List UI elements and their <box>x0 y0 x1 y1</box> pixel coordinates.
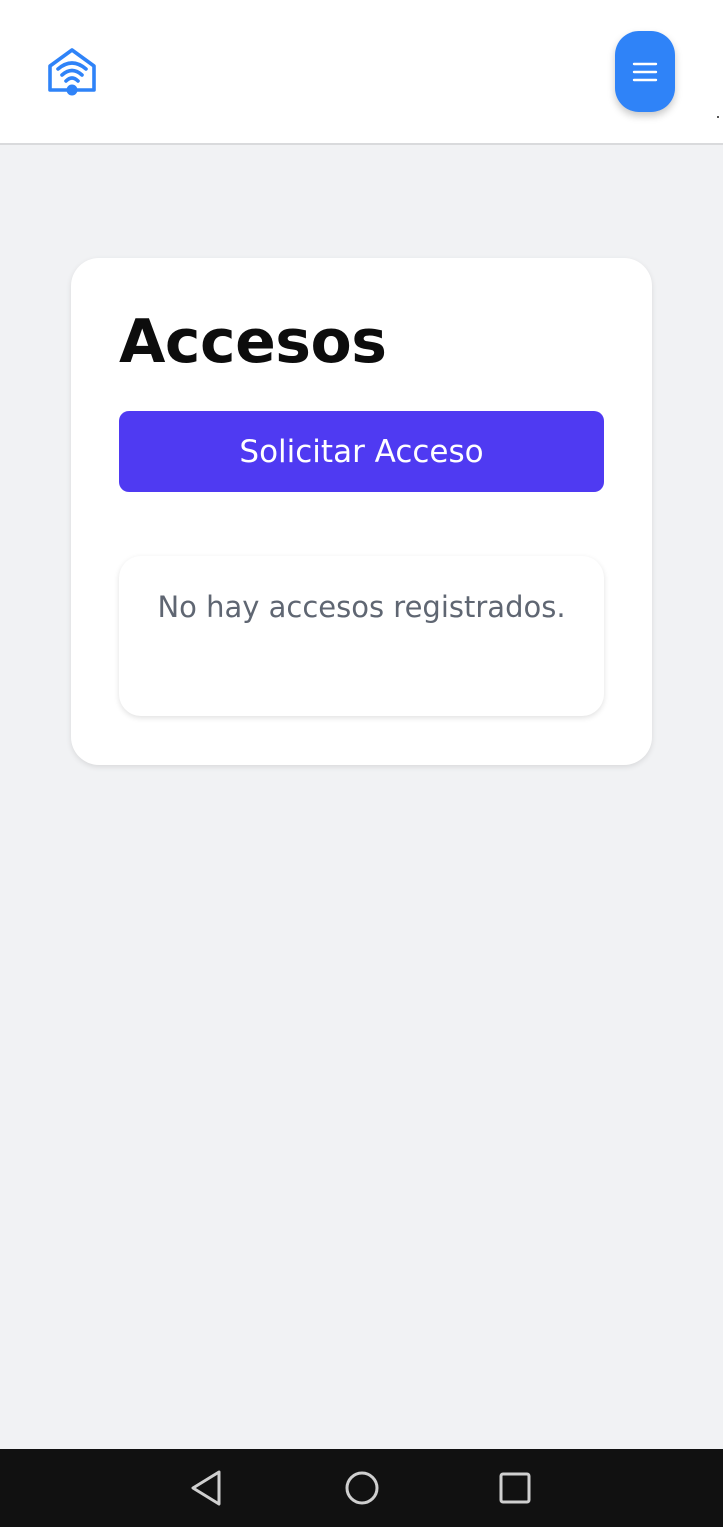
empty-state-panel: No hay accesos registrados. <box>119 556 604 716</box>
home-wifi-icon[interactable] <box>46 44 98 98</box>
menu-button[interactable] <box>615 31 675 112</box>
app-header <box>0 0 723 145</box>
home-circle-icon[interactable] <box>342 1468 382 1508</box>
recents-square-icon[interactable] <box>495 1468 535 1508</box>
hamburger-menu-icon <box>632 61 658 83</box>
page-title: Accesos <box>119 307 387 377</box>
accesses-card: Accesos Solicitar Acceso No hay accesos … <box>71 258 652 765</box>
empty-state-message: No hay accesos registrados. <box>157 590 566 624</box>
system-navigation-bar <box>0 1449 723 1527</box>
back-triangle-icon[interactable] <box>187 1468 227 1508</box>
status-dot <box>717 116 719 118</box>
request-access-button[interactable]: Solicitar Acceso <box>119 411 604 492</box>
